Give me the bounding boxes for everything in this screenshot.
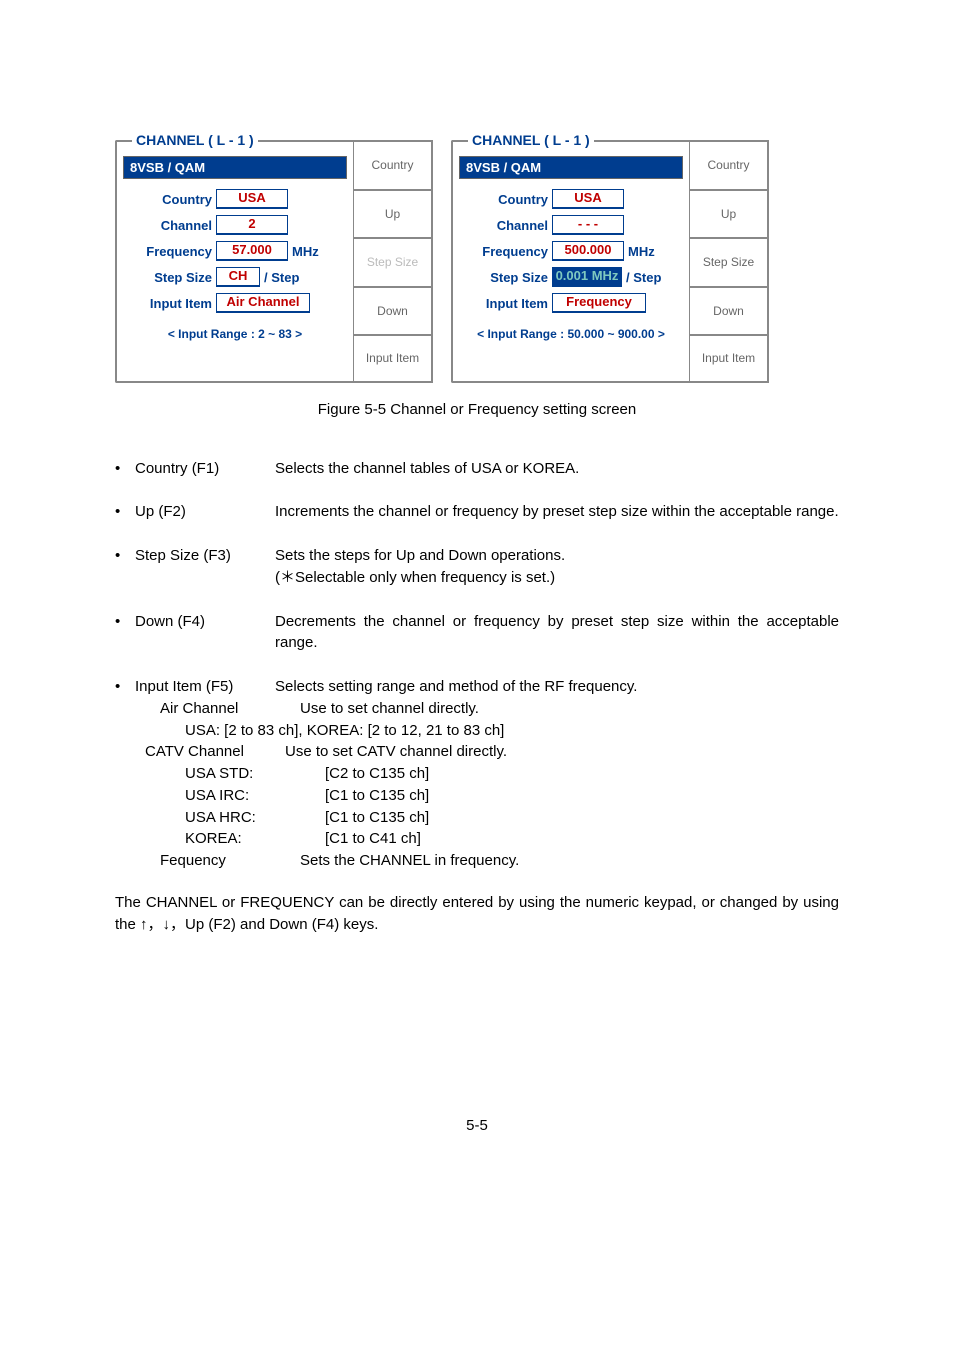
term-down: Down (F4): [135, 611, 275, 655]
val-inputitem-left: Air Channel: [216, 293, 310, 313]
val-frequency-right: 500.000: [552, 241, 624, 261]
panel-title-right: CHANNEL ( L - 1 ): [468, 132, 594, 148]
label-channel-r: Channel: [463, 218, 552, 233]
screens-row: CHANNEL ( L - 1 ) 8VSB / QAM Country USA…: [115, 140, 839, 383]
unit-step-left: / Step: [260, 270, 299, 285]
btn-inputitem-right[interactable]: Input Item: [689, 334, 769, 383]
input-range-right: < Input Range : 50.000 ~ 900.00 >: [463, 327, 679, 341]
page-number: 5-5: [115, 1117, 839, 1134]
term-air: Air Channel: [135, 698, 300, 720]
btn-country-right[interactable]: Country: [689, 140, 769, 189]
mode-bar-left: 8VSB / QAM: [123, 156, 347, 179]
sub-list: Air Channel Use to set channel directly.…: [135, 698, 839, 872]
def-step-2: (＊Selectable only when frequency is set.…: [275, 569, 555, 586]
unit-freq-right: MHz: [624, 244, 655, 259]
val-country-left: USA: [216, 189, 288, 209]
panel-title-left: CHANNEL ( L - 1 ): [132, 132, 258, 148]
def-down: Decrements the channel or frequency by p…: [275, 611, 839, 655]
def-freq: Sets the CHANNEL in frequency.: [300, 850, 519, 872]
val-channel-left: 2: [216, 215, 288, 235]
bullet-icon: •: [115, 501, 135, 523]
panel-left: CHANNEL ( L - 1 ) 8VSB / QAM Country USA…: [115, 140, 353, 383]
def-step: Sets the steps for Up and Down operation…: [275, 545, 839, 589]
def-air: Use to set channel directly.: [300, 698, 479, 720]
def-usahrc: [C1 to C135 ch]: [325, 807, 429, 829]
label-stepsize: Step Size: [127, 270, 216, 285]
term-usastd: USA STD:: [135, 763, 325, 785]
term-up: Up (F2): [135, 501, 275, 523]
screen-right: CHANNEL ( L - 1 ) 8VSB / QAM Country USA…: [451, 140, 769, 383]
input-range-left: < Input Range : 2 ~ 83 >: [127, 327, 343, 341]
def-usairc: [C1 to C135 ch]: [325, 785, 429, 807]
term-usairc: USA IRC:: [135, 785, 325, 807]
label-channel: Channel: [127, 218, 216, 233]
term-usahrc: USA HRC:: [135, 807, 325, 829]
side-buttons-left: Country Up Step Size Down Input Item: [353, 140, 433, 383]
def-usastd: [C2 to C135 ch]: [325, 763, 429, 785]
val-stepsize-right: 0.001 MHz: [552, 267, 622, 287]
unit-freq-left: MHz: [288, 244, 319, 259]
btn-down-right[interactable]: Down: [689, 286, 769, 335]
description-list: • Country (F1) Selects the channel table…: [115, 458, 839, 872]
bullet-icon: •: [115, 545, 135, 589]
btn-stepsize-left[interactable]: Step Size: [353, 237, 433, 286]
btn-country-left[interactable]: Country: [353, 140, 433, 189]
bullet-icon: •: [115, 611, 135, 655]
bullet-icon: •: [115, 676, 135, 698]
term-input: Input Item (F5): [135, 676, 275, 698]
val-country-right: USA: [552, 189, 624, 209]
label-inputitem-r: Input Item: [463, 296, 552, 311]
val-stepsize-left: CH: [216, 267, 260, 287]
def-up: Increments the channel or frequency by p…: [275, 501, 839, 523]
label-frequency-r: Frequency: [463, 244, 552, 259]
btn-up-left[interactable]: Up: [353, 189, 433, 238]
term-step: Step Size (F3): [135, 545, 275, 589]
unit-step-right: / Step: [622, 270, 661, 285]
figure-caption: Figure 5-5 Channel or Frequency setting …: [115, 401, 839, 418]
val-channel-right: - - -: [552, 215, 624, 235]
bullet-icon: •: [115, 458, 135, 480]
val-inputitem-right: Frequency: [552, 293, 646, 313]
btn-inputitem-left[interactable]: Input Item: [353, 334, 433, 383]
closing-paragraph: The CHANNEL or FREQUENCY can be directly…: [115, 892, 839, 937]
def-input: Selects setting range and method of the …: [275, 676, 839, 698]
term-country: Country (F1): [135, 458, 275, 480]
term-korea: KOREA:: [135, 828, 325, 850]
btn-stepsize-right[interactable]: Step Size: [689, 237, 769, 286]
panel-right: CHANNEL ( L - 1 ) 8VSB / QAM Country USA…: [451, 140, 689, 383]
label-country-r: Country: [463, 192, 552, 207]
air-range: USA: [2 to 83 ch], KOREA: [2 to 12, 21 t…: [135, 720, 504, 742]
val-frequency-left: 57.000: [216, 241, 288, 261]
term-catv: CATV Channel: [135, 741, 285, 763]
label-stepsize-r: Step Size: [463, 270, 552, 285]
def-country: Selects the channel tables of USA or KOR…: [275, 458, 839, 480]
btn-up-right[interactable]: Up: [689, 189, 769, 238]
mode-bar-right: 8VSB / QAM: [459, 156, 683, 179]
label-inputitem: Input Item: [127, 296, 216, 311]
side-buttons-right: Country Up Step Size Down Input Item: [689, 140, 769, 383]
label-frequency: Frequency: [127, 244, 216, 259]
btn-down-left[interactable]: Down: [353, 286, 433, 335]
def-korea: [C1 to C41 ch]: [325, 828, 421, 850]
screen-left: CHANNEL ( L - 1 ) 8VSB / QAM Country USA…: [115, 140, 433, 383]
def-step-1: Sets the steps for Up and Down operation…: [275, 547, 565, 564]
label-country: Country: [127, 192, 216, 207]
def-catv: Use to set CATV channel directly.: [285, 741, 507, 763]
term-freq: Fequency: [135, 850, 300, 872]
